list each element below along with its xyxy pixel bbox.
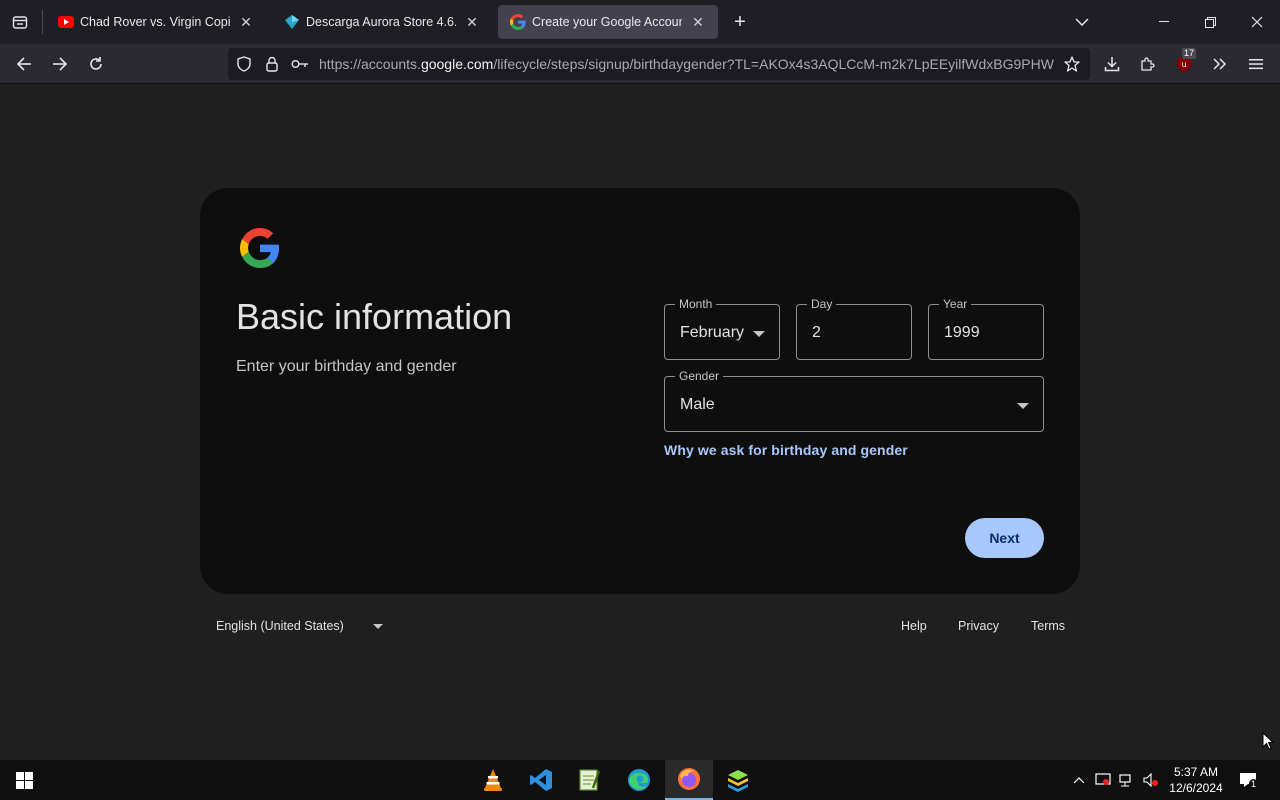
windows-start-icon[interactable] xyxy=(0,760,48,800)
month-select[interactable]: Month February xyxy=(664,297,780,360)
new-tab-icon[interactable]: + xyxy=(728,10,752,34)
bluestacks-icon[interactable] xyxy=(714,760,762,800)
gender-select[interactable]: Gender Male xyxy=(664,369,1044,432)
clock-date: 12/6/2024 xyxy=(1169,781,1223,795)
firefox-taskbar-icon[interactable] xyxy=(665,760,713,800)
mouse-cursor-icon xyxy=(1262,731,1275,755)
tab-divider xyxy=(42,10,43,34)
vscode-icon[interactable] xyxy=(517,760,565,800)
extension-badge: 17 xyxy=(1182,48,1197,59)
notepad-plus-plus-icon[interactable] xyxy=(565,760,613,800)
close-icon[interactable]: ✕ xyxy=(464,14,480,30)
google-icon xyxy=(510,14,526,30)
download-icon[interactable] xyxy=(1100,52,1124,76)
tab-google-account[interactable]: Create your Google Account ✕ xyxy=(498,5,718,39)
restore-icon[interactable] xyxy=(1198,10,1222,34)
firefox-view-icon[interactable] xyxy=(8,10,32,34)
tab-title: Descarga Aurora Store 4.6.2 par xyxy=(306,15,456,29)
tab-aurora[interactable]: Descarga Aurora Store 4.6.2 par ✕ xyxy=(272,5,492,39)
privacy-link[interactable]: Privacy xyxy=(958,619,999,633)
svg-text:u: u xyxy=(1181,60,1186,69)
back-icon[interactable] xyxy=(12,52,36,76)
close-icon[interactable]: ✕ xyxy=(690,14,706,30)
navigation-toolbar: https://accounts.google.com/lifecycle/st… xyxy=(0,44,1280,84)
chevron-up-icon[interactable] xyxy=(1070,768,1088,792)
close-window-icon[interactable] xyxy=(1245,10,1269,34)
tab-title: Create your Google Account xyxy=(532,15,682,29)
tab-youtube[interactable]: Chad Rover vs. Virgin Copilot - ✕ xyxy=(46,5,266,39)
bookmark-star-icon[interactable] xyxy=(1062,54,1082,74)
shield-icon[interactable] xyxy=(234,54,254,74)
day-value: 2 xyxy=(812,324,821,341)
help-link[interactable]: Help xyxy=(901,619,927,633)
day-input[interactable]: Day 2 xyxy=(796,297,912,360)
gender-value: Male xyxy=(680,396,715,413)
extensions-icon[interactable] xyxy=(1136,52,1160,76)
url-bar[interactable]: https://accounts.google.com/lifecycle/st… xyxy=(228,48,1090,80)
vlc-icon[interactable] xyxy=(469,760,517,800)
notification-count: 1 xyxy=(1249,779,1259,789)
lock-icon[interactable] xyxy=(262,54,282,74)
why-we-ask-link[interactable]: Why we ask for birthday and gender xyxy=(664,442,908,458)
month-value: February xyxy=(680,324,745,341)
page-content: Basic information Enter your birthday an… xyxy=(0,84,1280,760)
hamburger-menu-icon[interactable] xyxy=(1244,52,1268,76)
windows-taskbar: 5:37 AM 12/6/2024 1 xyxy=(0,760,1280,800)
chevron-down-icon[interactable] xyxy=(1070,10,1094,34)
volume-muted-icon[interactable] xyxy=(1142,768,1160,792)
notification-center-icon[interactable]: 1 xyxy=(1236,768,1260,792)
key-icon[interactable] xyxy=(290,54,310,74)
terms-link[interactable]: Terms xyxy=(1031,619,1065,633)
google-logo-icon xyxy=(240,228,280,268)
tab-title: Chad Rover vs. Virgin Copilot - xyxy=(80,15,230,29)
signup-card: Basic information Enter your birthday an… xyxy=(200,188,1080,594)
chevron-right-double-icon[interactable] xyxy=(1208,52,1232,76)
security-tray-icon[interactable] xyxy=(1094,768,1112,792)
language-select[interactable]: English (United States) xyxy=(216,619,344,633)
aurora-icon xyxy=(284,14,300,30)
year-input[interactable]: Year 1999 xyxy=(928,297,1044,360)
ublock-icon[interactable]: u 17 xyxy=(1172,48,1197,76)
page-title: Basic information xyxy=(236,296,513,337)
dropdown-arrow-icon[interactable] xyxy=(373,624,383,629)
network-icon[interactable] xyxy=(1118,768,1136,792)
url-prefix: https://accounts. xyxy=(319,56,421,72)
year-value: 1999 xyxy=(944,324,980,341)
reload-icon[interactable] xyxy=(84,52,108,76)
page-subtitle: Enter your birthday and gender xyxy=(236,358,457,375)
forward-icon[interactable] xyxy=(48,52,72,76)
system-clock[interactable]: 5:37 AM 12/6/2024 xyxy=(1164,764,1228,796)
url-domain: google.com xyxy=(420,56,494,72)
next-button[interactable]: Next xyxy=(965,518,1044,558)
close-icon[interactable]: ✕ xyxy=(238,14,254,30)
url-path: /lifecycle/steps/signup/birthdaygender?T… xyxy=(493,56,1054,72)
dropdown-arrow-icon xyxy=(1017,403,1029,409)
clock-time: 5:37 AM xyxy=(1173,765,1219,779)
dropdown-arrow-icon xyxy=(753,331,765,337)
tab-strip: Chad Rover vs. Virgin Copilot - ✕ Descar… xyxy=(0,0,1280,44)
edge-icon[interactable] xyxy=(615,760,663,800)
url-text[interactable]: https://accounts.google.com/lifecycle/st… xyxy=(319,48,1054,80)
youtube-icon xyxy=(58,14,74,30)
minimize-icon[interactable] xyxy=(1152,10,1176,34)
